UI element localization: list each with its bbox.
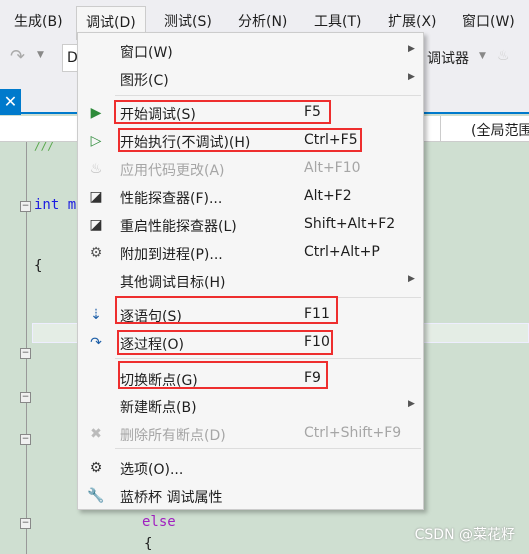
menu-separator	[115, 358, 421, 359]
menu-build[interactable]: 生成(B)	[14, 11, 63, 31]
menu-item[interactable]: 🔧 蓝桥杯 调试属性	[78, 482, 423, 510]
menu-item-shortcut: Ctrl+Shift+F9	[304, 425, 402, 441]
highlight-box	[115, 296, 338, 324]
menu-item[interactable]: ◪ 性能探查器(F)... Alt+F2	[78, 183, 423, 211]
menu-separator	[115, 95, 421, 96]
submenu-arrow-icon: ▶	[408, 72, 415, 82]
scope-dropdown[interactable]: (全局范围	[440, 116, 529, 142]
menu-item-label: 选项(O)...	[120, 462, 184, 478]
menu-item-label: 附加到进程(P)...	[120, 247, 223, 263]
menu-item: ♨ 应用代码更改(A) Alt+F10	[78, 155, 423, 183]
menu-item[interactable]: 新建断点(B) ▶	[78, 392, 423, 420]
code-brace: {	[34, 258, 43, 274]
menu-item-shortcut: Ctrl+Alt+P	[304, 244, 380, 260]
step-over-icon: ↷	[90, 335, 102, 351]
menu-item-label: 删除所有断点(D)	[120, 428, 226, 444]
chevron-down-icon[interactable]: ▼	[479, 51, 486, 61]
menu-extensions[interactable]: 扩展(X)	[388, 11, 437, 31]
submenu-arrow-icon: ▶	[408, 399, 415, 409]
menu-item-shortcut: Shift+Alt+F2	[304, 216, 396, 232]
performance-chart-icon: ◪	[89, 189, 103, 205]
menu-item-shortcut: Alt+F2	[304, 188, 352, 204]
highlight-box	[118, 361, 328, 389]
highlight-box	[117, 330, 333, 355]
menu-test[interactable]: 测试(S)	[164, 11, 212, 31]
menu-item[interactable]: ⚙ 选项(O)...	[78, 454, 423, 482]
menu-item-label: 窗口(W)	[120, 45, 173, 61]
fold-toggle[interactable]: −	[20, 201, 31, 212]
code-else: else	[142, 514, 176, 530]
menu-item-label: 新建断点(B)	[120, 400, 197, 416]
flame-icon[interactable]: ♨	[497, 48, 510, 64]
submenu-arrow-icon: ▶	[408, 274, 415, 284]
step-into-icon: ⇣	[90, 307, 102, 323]
menu-item-label: 性能探查器(F)...	[120, 191, 223, 207]
wrench-icon: 🔧	[87, 488, 105, 504]
chevron-down-icon[interactable]: ▼	[37, 50, 44, 60]
menu-item: ✖ 删除所有断点(D) Ctrl+Shift+F9	[78, 420, 423, 448]
menu-item[interactable]: ◪ 重启性能探查器(L) Shift+Alt+F2	[78, 211, 423, 239]
menu-analyze[interactable]: 分析(N)	[238, 11, 287, 31]
watermark: CSDN @菜花籽	[414, 527, 515, 543]
fold-toggle[interactable]: −	[20, 518, 31, 529]
menu-item-shortcut: Alt+F10	[304, 160, 361, 176]
menu-item[interactable]: 窗口(W) ▶	[78, 37, 423, 65]
menu-separator	[115, 448, 421, 449]
fold-toggle[interactable]: −	[20, 392, 31, 403]
performance-chart-icon: ◪	[89, 217, 103, 233]
menu-tools[interactable]: 工具(T)	[314, 11, 361, 31]
menu-window[interactable]: 窗口(W)	[462, 11, 515, 31]
fold-toggle[interactable]: −	[20, 348, 31, 359]
menu-item-label: 其他调试目标(H)	[120, 275, 226, 291]
close-icon[interactable]: ✕	[0, 89, 21, 115]
menu-item-label: 图形(C)	[120, 73, 169, 89]
code-comment: ///	[34, 140, 54, 153]
menu-item[interactable]: 其他调试目标(H) ▶	[78, 267, 423, 295]
menu-item[interactable]: 图形(C) ▶	[78, 65, 423, 93]
gears-icon: ⚙	[89, 245, 103, 261]
highlight-box	[118, 128, 362, 152]
gear-icon: ⚙	[89, 460, 103, 476]
redo-icon[interactable]: ↷	[10, 46, 25, 67]
menu-item-label: 应用代码更改(A)	[120, 163, 225, 179]
debugger-button[interactable]: 调试器	[427, 48, 469, 68]
delete-breakpoints-icon: ✖	[90, 426, 102, 442]
play-icon: ▶	[90, 105, 102, 121]
menu-item-label: 蓝桥杯 调试属性	[120, 490, 223, 506]
fold-toggle[interactable]: −	[20, 434, 31, 445]
code-int: int m	[34, 197, 77, 213]
menu-item[interactable]: ⚙ 附加到进程(P)... Ctrl+Alt+P	[78, 239, 423, 267]
scope-value: (全局范围	[471, 123, 529, 139]
highlight-box	[114, 100, 331, 124]
play-outline-icon: ▷	[90, 133, 102, 149]
debug-menu: 窗口(W) ▶ 图形(C) ▶ ▶ 开始调试(S) F5 ▷ 开始执行(不调试)(H) Ctrl+…	[77, 32, 424, 510]
submenu-arrow-icon: ▶	[408, 44, 415, 54]
code-brace: {	[144, 536, 153, 552]
flame-icon: ♨	[89, 161, 103, 177]
menu-item-label: 重启性能探查器(L)	[120, 219, 237, 235]
